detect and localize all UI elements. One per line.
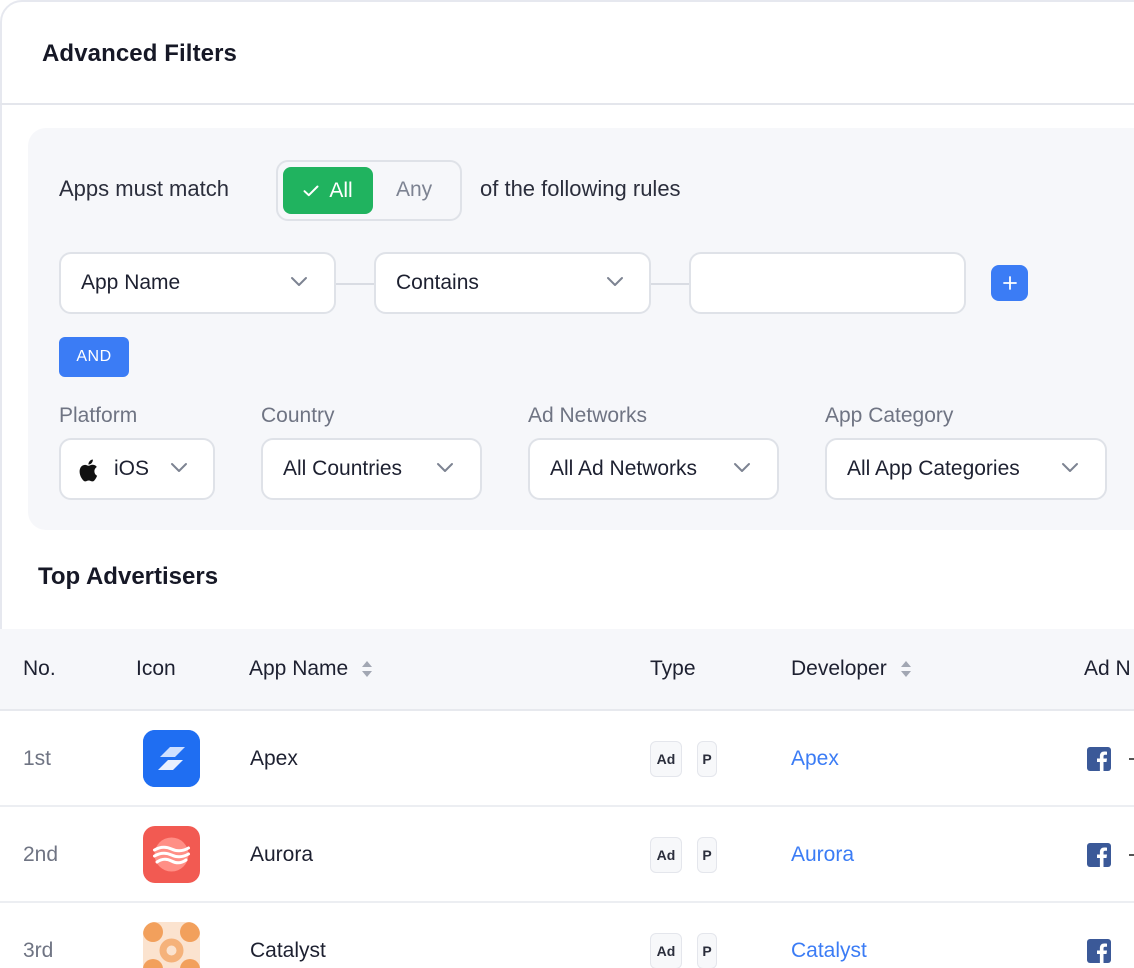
sort-icon[interactable] (899, 657, 913, 681)
sort-icon[interactable] (360, 657, 374, 681)
column-header-ad-networks: Ad N (1084, 657, 1131, 680)
column-header-no: No. (23, 657, 56, 680)
overflow-indicator (1129, 854, 1134, 856)
app-category-select[interactable]: All App Categories (825, 438, 1107, 500)
match-suffix-label: of the following rules (480, 176, 681, 201)
rule-field-value: App Name (81, 271, 181, 294)
chevron-down-icon (734, 463, 750, 472)
column-header-type: Type (650, 657, 696, 680)
header-divider (0, 103, 1134, 105)
row-app-name[interactable]: Aurora (250, 843, 313, 867)
column-header-app-name[interactable]: App Name (249, 657, 374, 681)
table-row[interactable]: 3rd Catalyst Ad P Catalyst (0, 903, 1134, 968)
match-mode-toggle: All Any (276, 160, 462, 221)
country-select[interactable]: All Countries (261, 438, 482, 500)
rule-field-select[interactable]: App Name (59, 252, 336, 314)
row-developer-link[interactable]: Apex (791, 747, 839, 771)
facebook-icon (1087, 843, 1111, 867)
match-all-option[interactable]: All (283, 167, 373, 214)
row-rank: 3rd (23, 939, 54, 962)
type-p-chip: P (697, 837, 717, 873)
ad-networks-value: All Ad Networks (550, 457, 698, 480)
rule-connector (336, 283, 374, 285)
country-label: Country (261, 404, 335, 427)
advanced-filters-card: Advanced Filters Apps must match All Any… (0, 0, 1134, 968)
type-p-chip: P (697, 741, 717, 777)
row-app-name[interactable]: Catalyst (250, 939, 326, 963)
section-title: Top Advertisers (38, 563, 219, 590)
row-rank: 1st (23, 747, 52, 770)
app-category-value: All App Categories (847, 457, 1020, 480)
row-developer-link[interactable]: Aurora (791, 843, 854, 867)
page-title: Advanced Filters (42, 40, 237, 67)
facebook-icon (1087, 939, 1111, 963)
chevron-down-icon (291, 277, 307, 286)
aurora-app-icon (143, 826, 200, 883)
type-p-chip: P (697, 933, 717, 968)
rule-operator-value: Contains (396, 271, 479, 294)
match-prefix-label: Apps must match (59, 176, 229, 201)
row-developer-link[interactable]: Catalyst (791, 939, 867, 963)
apex-app-icon (143, 730, 200, 787)
catalyst-app-icon (143, 922, 200, 968)
type-ad-chip: Ad (650, 837, 682, 873)
match-all-label: All (329, 178, 353, 202)
ad-networks-label: Ad Networks (528, 404, 648, 427)
table-row[interactable]: 2nd Aurora Ad P Aurora (0, 807, 1134, 903)
type-ad-chip: Ad (650, 741, 682, 777)
rule-connector (651, 283, 689, 285)
platform-label: Platform (59, 404, 138, 427)
ad-networks-select[interactable]: All Ad Networks (528, 438, 779, 500)
add-rule-button[interactable] (991, 265, 1028, 301)
app-category-label: App Category (825, 404, 954, 427)
overflow-indicator (1129, 758, 1134, 760)
table-row[interactable]: 1st Apex Ad P Apex (0, 711, 1134, 807)
rule-value-input[interactable] (689, 252, 966, 314)
platform-value: iOS (114, 457, 150, 480)
match-any-option[interactable]: Any (396, 178, 432, 202)
table-header: No. Icon App Name Type Developer Ad N (0, 629, 1134, 711)
plus-icon (1002, 276, 1017, 290)
apple-icon (79, 459, 98, 482)
type-ad-chip: Ad (650, 933, 682, 968)
column-header-developer[interactable]: Developer (791, 657, 913, 681)
check-icon (303, 185, 319, 196)
chevron-down-icon (437, 463, 453, 472)
country-value: All Countries (283, 457, 403, 480)
and-conjunction-button[interactable]: AND (59, 337, 129, 377)
chevron-down-icon (171, 463, 187, 472)
row-app-name[interactable]: Apex (250, 747, 298, 771)
chevron-down-icon (607, 277, 623, 286)
platform-select[interactable]: iOS (59, 438, 215, 500)
rule-operator-select[interactable]: Contains (374, 252, 651, 314)
column-header-icon: Icon (136, 657, 176, 680)
chevron-down-icon (1062, 463, 1078, 472)
facebook-icon (1087, 747, 1111, 771)
row-rank: 2nd (23, 843, 59, 866)
